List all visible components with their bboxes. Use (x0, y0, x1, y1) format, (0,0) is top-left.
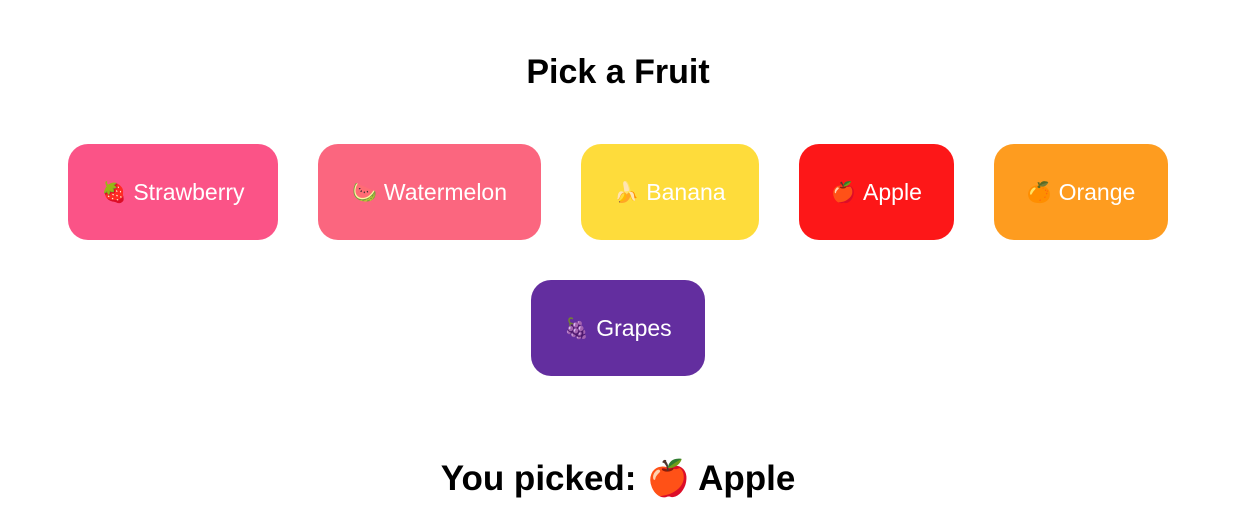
banana-button[interactable]: 🍌 Banana (581, 144, 759, 240)
result-label: Apple (698, 459, 796, 498)
apple-icon: 🍎 (831, 181, 857, 204)
result-apple-icon: 🍎 (646, 459, 691, 498)
orange-icon: 🍊 (1026, 181, 1052, 204)
apple-button[interactable]: 🍎 Apple (799, 144, 954, 240)
picked-result: You picked: 🍎 Apple (0, 456, 1236, 502)
watermelon-label: Watermelon (383, 178, 508, 205)
banana-label: Banana (646, 178, 726, 205)
orange-label: Orange (1058, 178, 1136, 205)
page-title: Pick a Fruit (526, 53, 710, 91)
strawberry-label: Strawberry (133, 178, 245, 205)
banana-icon: 🍌 (614, 181, 640, 204)
grapes-label: Grapes (596, 314, 672, 341)
orange-button[interactable]: 🍊 Orange (994, 144, 1168, 240)
result-prefix: You picked: (440, 459, 637, 498)
strawberry-button[interactable]: 🍓 Strawberry (68, 144, 278, 240)
strawberry-icon: 🍓 (101, 181, 127, 204)
watermelon-icon: 🍉 (351, 181, 377, 204)
grapes-icon: 🍇 (564, 317, 590, 340)
watermelon-button[interactable]: 🍉 Watermelon (318, 144, 541, 240)
apple-label: Apple (863, 178, 922, 205)
grapes-button[interactable]: 🍇 Grapes (531, 280, 705, 376)
